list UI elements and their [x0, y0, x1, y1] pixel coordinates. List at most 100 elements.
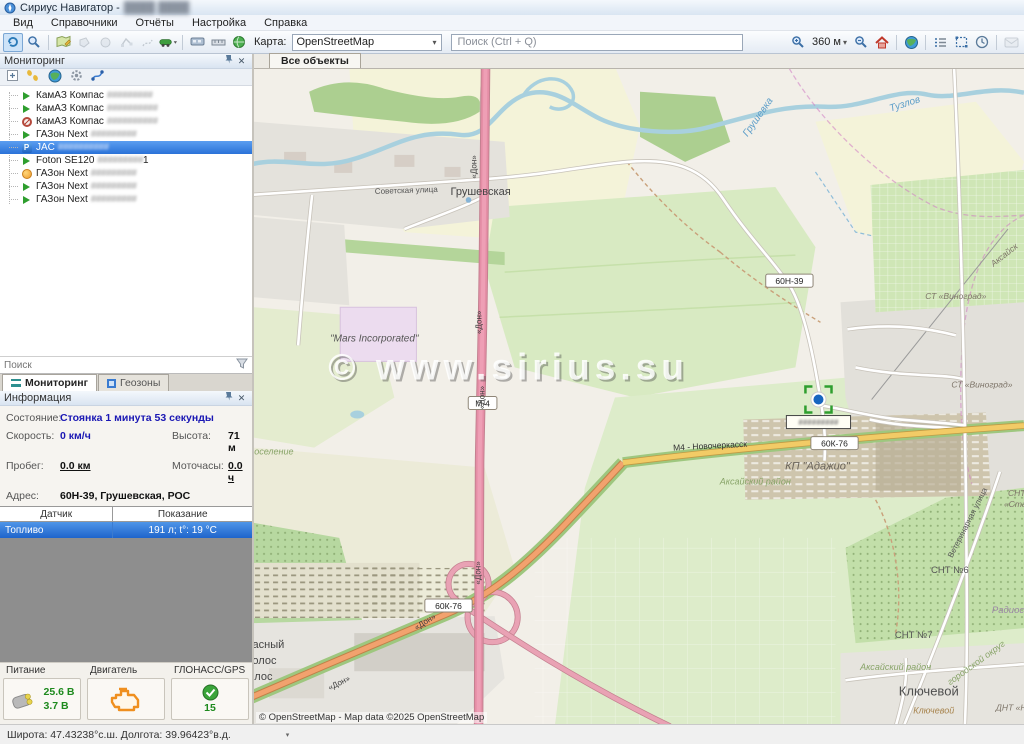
monitoring-panel-title: Мониторинг: [4, 55, 222, 67]
vehicle-plate-masked: ##########: [107, 103, 158, 114]
vehicle-row[interactable]: КамАЗ Компас##########: [0, 115, 252, 128]
panel-tabs: Мониторинг Геозоны: [0, 373, 252, 391]
vehicle-name: ГАЗон Next: [36, 181, 88, 192]
tab-geozones-label: Геозоны: [120, 377, 160, 389]
map-label: «Дон»: [474, 561, 483, 585]
vehicle-name: Foton SE120: [36, 155, 94, 166]
chevron-down-icon: ▾: [432, 38, 436, 47]
tab-geozones[interactable]: Геозоны: [98, 374, 169, 391]
message-icon: [1004, 37, 1019, 48]
geozone-circle-button[interactable]: [95, 33, 115, 52]
traffic-button[interactable]: [229, 33, 249, 52]
message-button[interactable]: [1001, 33, 1021, 52]
global-search-input[interactable]: Поиск (Ctrl + Q): [451, 34, 743, 51]
vehicle-name: ГАЗон Next: [36, 194, 88, 205]
geozone-edit-button[interactable]: [116, 33, 136, 52]
map-tab-all-objects[interactable]: Все объекты: [269, 53, 361, 68]
expand-all-button[interactable]: [7, 70, 18, 84]
vehicle-row[interactable]: ГАЗон Next#########: [0, 193, 252, 206]
map-label: КП "Адажио": [785, 461, 851, 473]
vehicle-plate-masked: ##########: [58, 142, 109, 153]
vehicle-icon: [159, 36, 177, 49]
filter-funnel-icon[interactable]: [236, 358, 248, 372]
mileage-value[interactable]: 0.0 км: [60, 460, 172, 484]
route-track-button[interactable]: [91, 69, 104, 85]
status-bar: Широта: 47.43238°с.ш. Долгота: 39.96423°…: [0, 724, 1024, 744]
pin-icon[interactable]: [222, 54, 235, 68]
menu-item[interactable]: Настройка: [183, 17, 255, 29]
close-icon[interactable]: ✕: [235, 392, 248, 405]
map-label: Радиостроитель: [992, 605, 1024, 616]
vehicle-plate-masked: #########: [91, 129, 137, 140]
vehicle-row[interactable]: КамАЗ Компас##########: [0, 102, 252, 115]
map-label: «Дон»: [475, 310, 484, 334]
status-moving-icon: [20, 194, 33, 205]
chevron-down-icon[interactable]: ▾: [286, 731, 290, 739]
map-label: СНТ: [1008, 488, 1024, 498]
map-select[interactable]: OpenStreetMap ▾: [292, 34, 442, 51]
scale-button[interactable]: [208, 33, 228, 52]
hours-value[interactable]: 0.0 ч: [228, 460, 246, 484]
edit-map-button[interactable]: [53, 33, 73, 52]
state-value: Стоянка 1 минута 53 секунды: [60, 412, 246, 424]
area-select-button[interactable]: [951, 33, 971, 52]
vehicle-plate-masked: ##########: [107, 116, 158, 127]
vehicle-row[interactable]: КамАЗ Компас#########: [0, 89, 252, 102]
main-voltage-value: 25.6 В: [44, 686, 75, 699]
map-tab-strip: Все объекты: [254, 54, 1024, 69]
geozones-tab-icon: [107, 379, 116, 388]
refresh-button[interactable]: [3, 33, 23, 52]
map-select-value: OpenStreetMap: [297, 36, 375, 48]
vehicle-menu-button[interactable]: [158, 33, 178, 52]
tracks-button[interactable]: [26, 70, 40, 85]
toolbar-separator: [896, 35, 897, 50]
history-button[interactable]: [972, 33, 992, 52]
status-moving-icon: [20, 90, 33, 101]
map-canvas[interactable]: ######### М-460Н-3960К-7660К-76 Советска…: [254, 69, 1024, 724]
home-button[interactable]: [872, 33, 892, 52]
address-value: 60Н-39, Грушевская, РОС: [60, 490, 246, 502]
value-column-header[interactable]: Показание: [113, 507, 252, 521]
status-moving-icon: [20, 155, 33, 166]
tab-monitoring[interactable]: Мониторинг: [2, 374, 97, 391]
vehicle-plate-masked: #########: [91, 168, 137, 179]
map-label: Колос: [254, 655, 277, 667]
globe-button[interactable]: [901, 33, 921, 52]
vehicle-tree: КамАЗ Компас#########КамАЗ Компас#######…: [0, 86, 252, 356]
list-icon: [934, 37, 947, 48]
sensor-name: Топливо: [0, 522, 113, 538]
zoom-tool-button[interactable]: [24, 33, 44, 52]
vehicle-row[interactable]: ГАЗон Next#########: [0, 180, 252, 193]
transport-icon: [190, 36, 205, 48]
vehicle-row[interactable]: ГАЗон Next#########: [0, 128, 252, 141]
info-panel-title: Информация: [4, 392, 222, 404]
road-shield: 60К-76: [425, 599, 472, 612]
vehicle-row[interactable]: ГАЗон Next#########: [0, 167, 252, 180]
menu-item[interactable]: Вид: [4, 17, 42, 29]
transport-button[interactable]: [187, 33, 207, 52]
sensor-row[interactable]: Топливо191 л; t°: 19 °C: [0, 522, 252, 538]
zoom-out-button[interactable]: [851, 33, 871, 52]
geozone-create-button[interactable]: [74, 33, 94, 52]
menu-item[interactable]: Справочники: [42, 17, 127, 29]
zoom-in-button[interactable]: [788, 33, 808, 52]
pin-icon[interactable]: [222, 391, 235, 405]
route-edit-button[interactable]: [137, 33, 157, 52]
vehicle-row[interactable]: Foton SE120#########1: [0, 154, 252, 167]
map-label: ское поселение: [254, 447, 294, 457]
engine-gauge-label: Двигатель: [87, 665, 165, 678]
menu-item[interactable]: Отчёты: [127, 17, 183, 29]
refresh-icon: [6, 35, 20, 49]
monitoring-search-input[interactable]: [4, 360, 236, 371]
settings-button[interactable]: [70, 69, 83, 85]
satellite-count: 15: [204, 702, 216, 715]
show-on-map-button[interactable]: [48, 69, 62, 86]
close-icon[interactable]: ✕: [235, 55, 248, 68]
menu-item[interactable]: Справка: [255, 17, 316, 29]
object-list-button[interactable]: [930, 33, 950, 52]
vehicle-row[interactable]: PJAC##########: [0, 141, 252, 154]
zoom-scale-select[interactable]: 360 м ▾: [809, 36, 850, 48]
mileage-label: Пробег:: [6, 460, 60, 484]
sensor-column-header[interactable]: Датчик: [0, 507, 113, 521]
speed-label: Скорость:: [6, 430, 60, 454]
